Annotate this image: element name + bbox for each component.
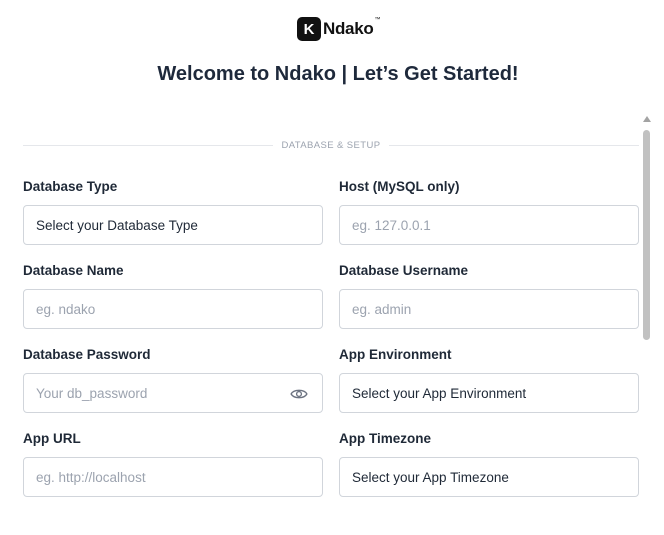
- section-heading: DATABASE & SETUP: [281, 139, 381, 151]
- database-username-field: [339, 289, 639, 329]
- database-type-value: Select your Database Type: [36, 217, 198, 233]
- app-url-label: App URL: [23, 431, 81, 446]
- database-password-input[interactable]: [36, 385, 286, 401]
- app-url-input[interactable]: [36, 469, 322, 485]
- database-type-label: Database Type: [23, 179, 118, 194]
- database-password-label: Database Password: [23, 347, 151, 362]
- app-environment-value: Select your App Environment: [352, 385, 527, 401]
- divider-line-right: [389, 144, 639, 146]
- scrollbar[interactable]: [642, 113, 651, 535]
- host-label: Host (MySQL only): [339, 179, 460, 194]
- brand-logo: K Ndako ™: [297, 15, 380, 43]
- app-url-field: [23, 457, 323, 497]
- app-timezone-select[interactable]: Select your App Timezone: [339, 457, 639, 497]
- database-password-field: [23, 373, 323, 413]
- app-environment-label: App Environment: [339, 347, 452, 362]
- eye-icon[interactable]: [290, 386, 308, 402]
- logo-text: Ndako: [323, 19, 374, 38]
- database-name-input[interactable]: [36, 301, 322, 317]
- section-divider: DATABASE & SETUP: [23, 136, 639, 154]
- app-timezone-label: App Timezone: [339, 431, 432, 446]
- database-username-input[interactable]: [352, 301, 638, 317]
- trademark-symbol: ™: [374, 17, 381, 23]
- database-name-label: Database Name: [23, 263, 124, 278]
- app-timezone-value: Select your App Timezone: [352, 469, 509, 485]
- host-input[interactable]: [352, 217, 638, 233]
- database-name-field: [23, 289, 323, 329]
- database-username-label: Database Username: [339, 263, 469, 278]
- app-environment-select[interactable]: Select your App Environment: [339, 373, 639, 413]
- divider-line-left: [23, 144, 273, 146]
- logo-mark: K: [297, 17, 321, 41]
- scroll-up-arrow-icon[interactable]: [643, 116, 651, 122]
- host-field: [339, 205, 639, 245]
- scrollbar-thumb[interactable]: [643, 130, 650, 340]
- database-type-select[interactable]: Select your Database Type: [23, 205, 323, 245]
- page-title: Welcome to Ndako | Let’s Get Started!: [157, 63, 519, 85]
